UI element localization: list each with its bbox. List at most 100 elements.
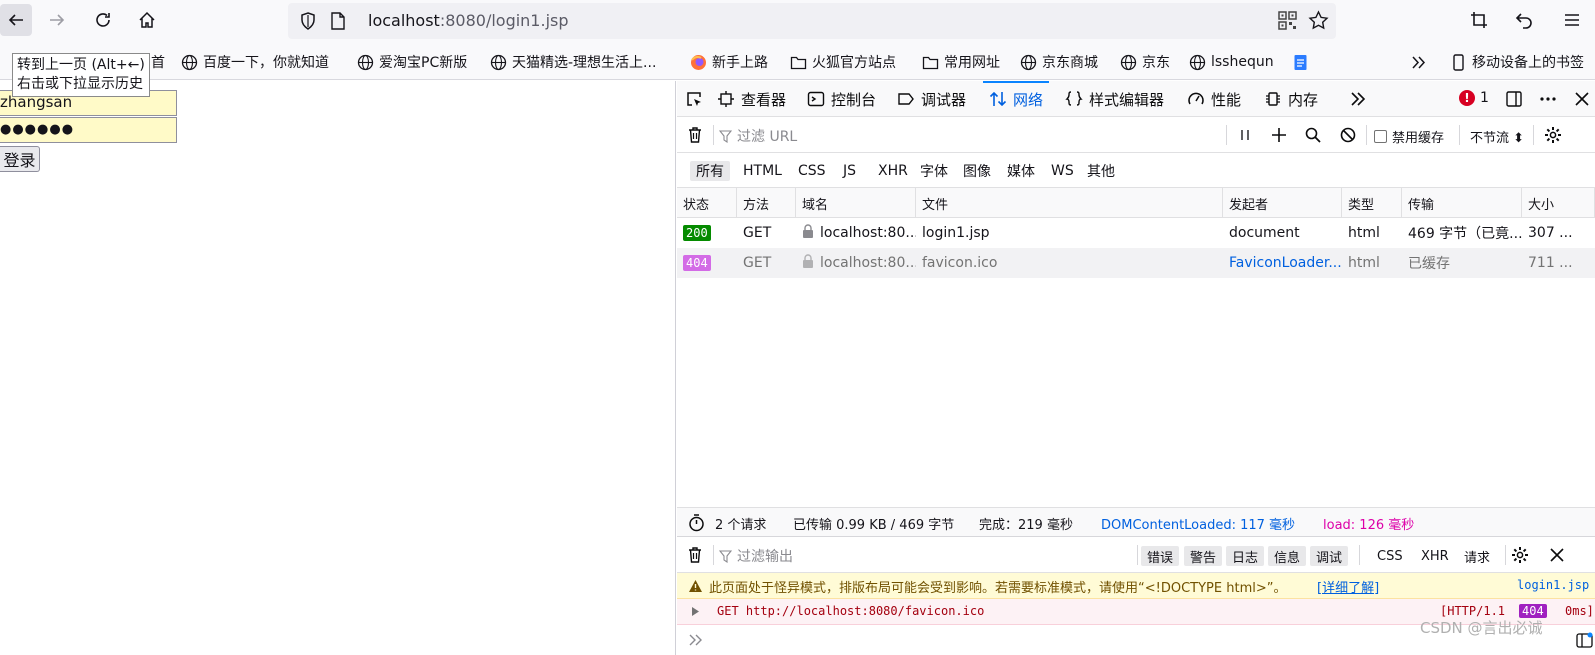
warning-text: 此页面处于怪异模式，排版布局可能会受到影响。若需要标准模式，请使用“<!DOCT…	[709, 581, 1287, 596]
bookmark-label: 常用网址	[944, 55, 1000, 71]
column-type[interactable]: 类型	[1342, 188, 1402, 218]
expand-triangle-icon[interactable]	[691, 606, 700, 617]
tab-inspector[interactable]: 查看器	[717, 81, 786, 117]
page-info-icon[interactable]	[330, 12, 346, 30]
tab-network[interactable]: 网络	[982, 81, 1050, 117]
bookmark-folder-common[interactable]: 常用网址	[922, 52, 1000, 72]
screenshot-button[interactable]	[1463, 4, 1495, 36]
bookmarks-overflow-button[interactable]	[1410, 52, 1427, 72]
filter-fonts-button[interactable]: 字体	[914, 161, 954, 181]
bookmark-star-icon[interactable]	[1308, 10, 1329, 31]
qr-code-icon[interactable]	[1278, 11, 1297, 30]
level-info-button[interactable]: 信息	[1268, 546, 1307, 566]
column-initiator[interactable]: 发起者	[1223, 188, 1342, 218]
back-tooltip: 转到上一页 (Alt+←) 右击或下拉显示历史	[12, 53, 150, 97]
clear-network-button[interactable]	[685, 125, 705, 145]
filter-images-button[interactable]: 图像	[957, 161, 997, 181]
dock-button[interactable]	[1505, 81, 1523, 117]
bookmark-jd[interactable]: 京东	[1120, 52, 1170, 72]
clear-console-button[interactable]	[685, 545, 705, 565]
filter-js-button[interactable]: JS	[837, 161, 862, 181]
forward-button[interactable]	[41, 4, 73, 36]
close-split-console-button[interactable]	[1547, 545, 1567, 565]
filter-css-button[interactable]: CSS	[792, 161, 832, 181]
menu-button[interactable]	[1556, 4, 1588, 36]
tab-console[interactable]: 控制台	[807, 81, 876, 117]
bookmark-doc[interactable]	[1292, 52, 1309, 72]
throttling-value: 不节流 ⬍	[1470, 131, 1525, 146]
level-warnings-button[interactable]: 警告	[1184, 546, 1223, 566]
tab-memory[interactable]: 内存	[1264, 81, 1318, 117]
bookmark-aitaobao[interactable]: 爱淘宝PC新版	[357, 52, 467, 72]
search-button[interactable]	[1303, 125, 1323, 145]
filter-xhr-button[interactable]: XHR	[872, 161, 914, 181]
undo-button[interactable]	[1508, 4, 1540, 36]
filter-output-input[interactable]: 过滤输出	[719, 546, 1119, 566]
bookmark-getting-started[interactable]: 新手上路	[690, 52, 768, 72]
console-settings-button[interactable]	[1510, 545, 1530, 565]
url-bar[interactable]: localhost:8080/login1.jsp	[288, 3, 1336, 39]
column-status[interactable]: 状态	[677, 188, 737, 218]
reload-button[interactable]	[87, 4, 119, 36]
network-settings-button[interactable]	[1543, 125, 1563, 145]
bookmark-partial[interactable]: 首	[151, 52, 165, 72]
throttling-select[interactable]: 不节流 ⬍	[1470, 127, 1524, 146]
type-css-button[interactable]: CSS	[1371, 546, 1409, 566]
tab-performance[interactable]: 性能	[1187, 81, 1241, 117]
tab-debugger[interactable]: 调试器	[897, 81, 966, 117]
separator	[713, 545, 714, 565]
level-logs-button[interactable]: 日志	[1226, 546, 1265, 566]
disable-cache-checkbox[interactable]: 禁用缓存	[1374, 127, 1444, 146]
column-transferred[interactable]: 传输	[1402, 188, 1522, 218]
tab-style-editor[interactable]: 样式编辑器	[1065, 81, 1164, 117]
column-size[interactable]: 大小	[1522, 188, 1595, 218]
bookmark-lsshequn[interactable]: lsshequn	[1189, 52, 1274, 72]
back-button[interactable]	[0, 4, 32, 36]
url-text[interactable]: localhost:8080/login1.jsp	[368, 11, 569, 30]
pause-recording-button[interactable]	[1235, 125, 1255, 145]
warning-icon	[689, 580, 702, 592]
domain-text: localhost:80...	[820, 225, 916, 241]
devtools-close-button[interactable]	[1573, 81, 1591, 117]
lock-icon	[802, 224, 814, 242]
level-debug-button[interactable]: 调试	[1310, 546, 1349, 566]
more-tabs-button[interactable]	[1349, 81, 1367, 117]
password-input[interactable]: ●●●●●●	[0, 117, 177, 143]
filter-ws-button[interactable]: WS	[1045, 161, 1080, 181]
element-picker-button[interactable]	[685, 81, 703, 117]
login-button[interactable]: 登录	[0, 146, 40, 172]
filter-url-input[interactable]: 过滤 URL	[719, 126, 1219, 146]
devtools-menu-button[interactable]	[1539, 81, 1557, 117]
network-toolbar: 过滤 URL 禁用缓存 不节流 ⬍	[677, 117, 1595, 153]
filter-all-button[interactable]: 所有	[690, 161, 730, 181]
learn-more-link[interactable]: [详细了解]	[1317, 577, 1379, 596]
editor-mode-icon[interactable]	[1576, 632, 1593, 649]
filter-other-button[interactable]: 其他	[1081, 161, 1121, 181]
bookmark-mobile[interactable]: 移动设备上的书签	[1450, 52, 1584, 72]
bookmark-baidu[interactable]: 百度一下，你就知道	[181, 52, 329, 72]
bookmark-folder-firefox[interactable]: 火狐官方站点	[790, 52, 896, 72]
block-requests-button[interactable]	[1338, 125, 1358, 145]
type-requests-button[interactable]: 请求	[1458, 546, 1496, 566]
error-count-badge[interactable]: ! 1	[1459, 90, 1489, 106]
initiator-link[interactable]: FaviconLoader....	[1223, 248, 1342, 278]
table-row[interactable]: 404 GET localhost:80... favicon.ico Favi…	[677, 248, 1595, 278]
table-row[interactable]: 200 GET localhost:80... login1.jsp docum…	[677, 218, 1595, 248]
column-method[interactable]: 方法	[737, 188, 796, 218]
filter-media-button[interactable]: 媒体	[1001, 161, 1041, 181]
column-domain[interactable]: 域名	[796, 188, 916, 218]
tracking-shield-icon[interactable]	[298, 11, 318, 31]
console-warning-message[interactable]: 此页面处于怪异模式，排版布局可能会受到影响。若需要标准模式，请使用“<!DOCT…	[677, 573, 1595, 599]
bookmark-tmall[interactable]: 天猫精选-理想生活上...	[490, 52, 656, 72]
ellipsis-icon	[1540, 97, 1556, 101]
bookmark-jd-mall[interactable]: 京东商城	[1020, 52, 1098, 72]
column-file[interactable]: 文件	[916, 188, 1223, 218]
chevron-double-right-icon	[1412, 55, 1426, 69]
filter-html-button[interactable]: HTML	[737, 161, 788, 181]
warning-source-link[interactable]: login1.jsp	[1517, 578, 1589, 592]
home-button[interactable]	[131, 4, 163, 36]
level-errors-button[interactable]: 错误	[1141, 546, 1180, 566]
stopwatch-icon[interactable]	[687, 513, 706, 532]
add-request-button[interactable]	[1269, 125, 1289, 145]
type-xhr-button[interactable]: XHR	[1415, 546, 1455, 566]
